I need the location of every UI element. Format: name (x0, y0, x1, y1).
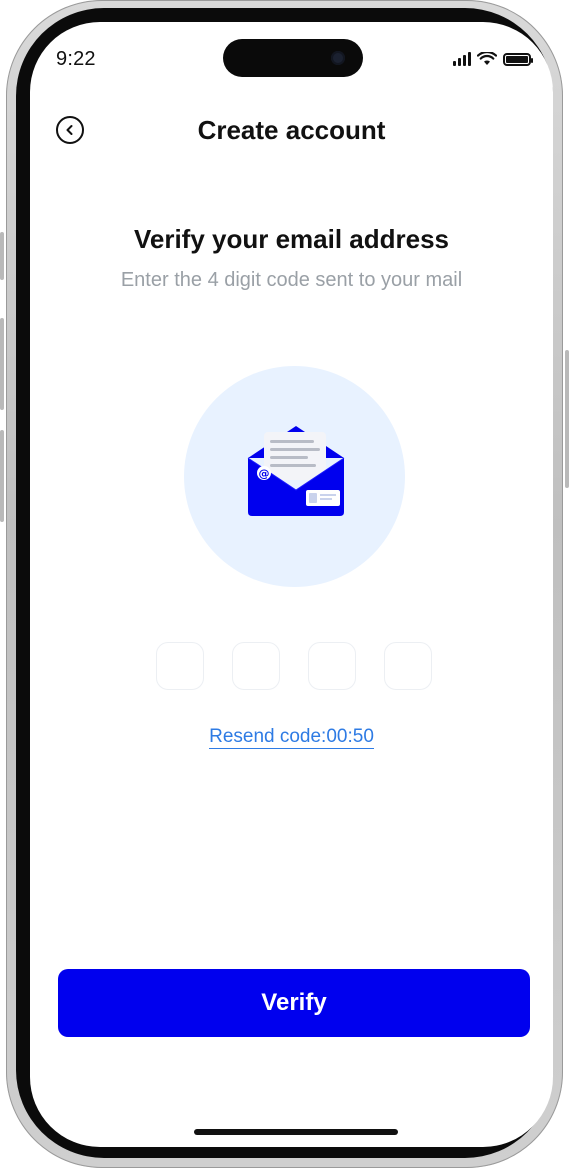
otp-input-group (156, 642, 432, 690)
volume-up-button (0, 318, 4, 410)
otp-digit-4[interactable] (384, 642, 432, 690)
dynamic-island (223, 39, 363, 77)
front-camera-icon (331, 51, 345, 65)
svg-text:@: @ (259, 467, 270, 480)
wifi-icon (477, 52, 497, 65)
otp-digit-2[interactable] (232, 642, 280, 690)
action-button (0, 232, 4, 280)
volume-down-button (0, 430, 4, 522)
resend-code-row: Resend code:00:50 (30, 726, 553, 749)
phone-frame: 9:22 Create account Verify your email ad… (0, 0, 569, 1168)
status-time: 9:22 (56, 48, 96, 70)
otp-digit-3[interactable] (308, 642, 356, 690)
verify-button[interactable]: Verify (58, 969, 530, 1037)
verify-subheading: Enter the 4 digit code sent to your mail (120, 269, 463, 291)
page-title: Create account (197, 115, 386, 145)
home-indicator[interactable] (194, 1129, 398, 1135)
resend-code-link[interactable]: Resend code:00:50 (209, 726, 374, 749)
battery-icon (503, 52, 533, 66)
verify-heading: Verify your email address (133, 224, 450, 254)
power-button (565, 350, 569, 488)
otp-digit-1[interactable] (156, 642, 204, 690)
cellular-signal-icon (453, 52, 471, 66)
status-icons (453, 52, 533, 66)
screen: 9:22 Create account Verify your email ad… (30, 22, 553, 1147)
envelope-illustration: @ (247, 426, 345, 516)
email-illustration: @ (184, 366, 405, 587)
